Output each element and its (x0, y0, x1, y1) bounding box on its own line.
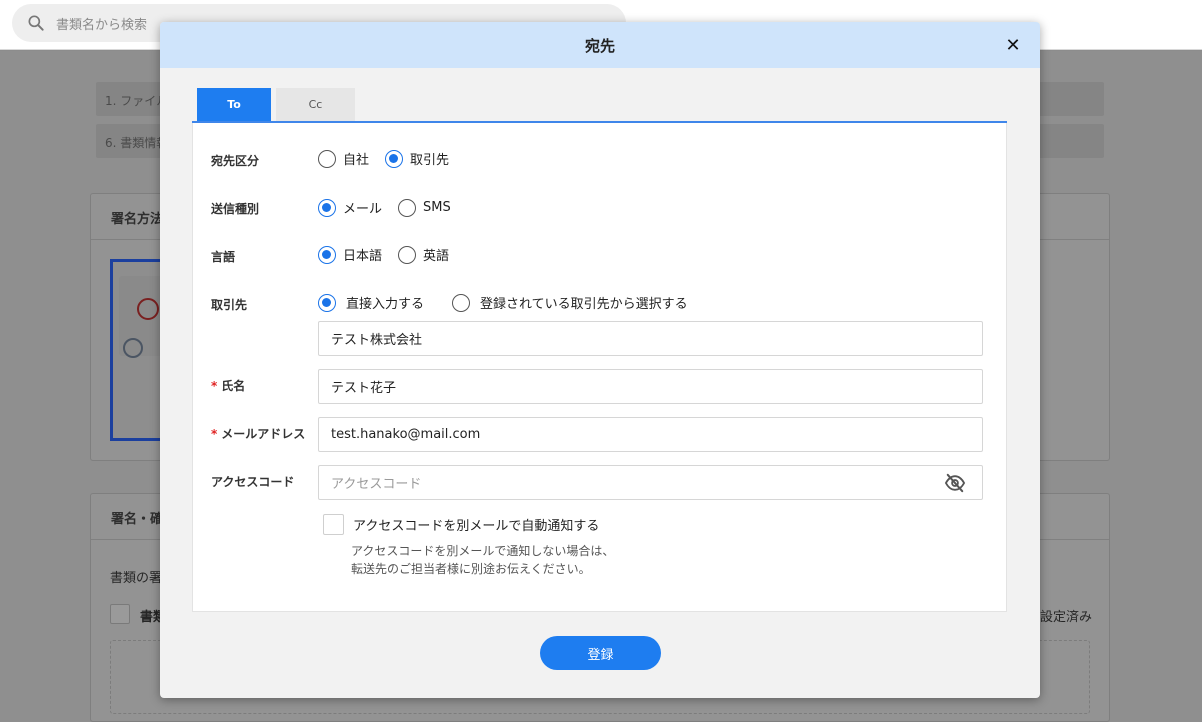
search-placeholder: 書類名から検索 (56, 17, 148, 33)
radio-label: SMS (423, 200, 451, 215)
access-code-label: アクセスコード (211, 475, 295, 489)
required-mark: * (211, 427, 218, 441)
step-6-label: 6. 書類情報 (105, 136, 169, 150)
close-icon[interactable]: ✕ (1002, 34, 1024, 56)
language-group: 日本語 英語 (318, 245, 465, 264)
email-label: * メールアドレス (211, 425, 305, 442)
partner-name-input[interactable]: テスト株式会社 (318, 321, 983, 356)
radio-direct-input[interactable]: 直接入力する (318, 293, 424, 312)
radio-circle (318, 149, 336, 168)
partner-input-mode-group: 直接入力する 登録されている取引先から選択する (318, 293, 704, 312)
recipient-modal: 宛先 ✕ To Cc 宛先区分 自社 取引先 送信種別 メール SMS 言語 日… (160, 22, 1040, 698)
radio-partner[interactable]: 取引先 (385, 149, 449, 168)
radio-circle-selected (318, 293, 336, 312)
register-button[interactable]: 登録 (540, 636, 661, 670)
destination-type-group: 自社 取引先 (318, 149, 465, 168)
access-code-placeholder: アクセスコード (331, 477, 422, 492)
send-type-group: メール SMS (318, 198, 467, 217)
document-checkbox[interactable] (110, 604, 130, 624)
radio-label: 日本語 (343, 249, 383, 264)
name-input[interactable]: テスト花子 (318, 369, 983, 404)
radio-label: 直接入力する (346, 297, 425, 312)
recipient-tabs: To Cc (197, 88, 355, 121)
radio-label: メール (343, 202, 383, 217)
clock-icon (123, 338, 143, 358)
signing-method-option[interactable] (110, 259, 167, 441)
language-label: 言語 (211, 250, 236, 264)
radio-label: 自社 (343, 153, 370, 168)
radio-sms[interactable]: SMS (398, 198, 451, 217)
auto-notify-note-line2: 転送先のご担当者様に別途お伝えください。 (351, 562, 591, 576)
tab-cc[interactable]: Cc (276, 88, 355, 121)
radio-circle-selected (318, 198, 336, 217)
search-icon (28, 15, 44, 31)
auto-notify-checkbox[interactable] (323, 514, 344, 535)
step-1-label: 1. ファイル (105, 94, 169, 108)
radio-japanese[interactable]: 日本語 (318, 245, 382, 264)
tab-to[interactable]: To (197, 88, 271, 121)
check-circle-icon (137, 298, 159, 320)
radio-select-registered[interactable]: 登録されている取引先から選択する (452, 293, 688, 312)
radio-own-company[interactable]: 自社 (318, 149, 369, 168)
email-input[interactable]: test.hanako@mail.com (318, 417, 983, 452)
auto-notify-row: アクセスコードを別メールで自動通知する (323, 514, 599, 535)
email-label-text: メールアドレス (221, 427, 306, 441)
partner-label: 取引先 (211, 298, 248, 312)
name-label-text: 氏名 (221, 379, 246, 393)
radio-circle-selected (318, 245, 336, 264)
status-configured: 設定済み (1040, 610, 1093, 625)
radio-label: 登録されている取引先から選択する (480, 297, 688, 312)
send-type-label: 送信種別 (211, 202, 260, 216)
radio-circle (398, 245, 417, 264)
required-mark: * (211, 379, 218, 393)
modal-title: 宛先 (584, 36, 615, 55)
eye-off-icon[interactable] (944, 473, 966, 493)
radio-email[interactable]: メール (318, 198, 382, 217)
radio-circle (452, 293, 471, 312)
recipient-form: 宛先区分 自社 取引先 送信種別 メール SMS 言語 日本語 英語 取引先 直… (192, 123, 1007, 612)
destination-type-label: 宛先区分 (211, 154, 260, 168)
radio-label: 英語 (423, 249, 450, 264)
name-label: * 氏名 (211, 377, 245, 394)
modal-header: 宛先 ✕ (160, 22, 1040, 68)
access-code-input[interactable]: アクセスコード (318, 465, 983, 500)
radio-label: 取引先 (410, 153, 450, 168)
auto-notify-label: アクセスコードを別メールで自動通知する (353, 519, 600, 534)
auto-notify-note-line1: アクセスコードを別メールで通知しない場合は、 (351, 544, 615, 558)
radio-english[interactable]: 英語 (398, 245, 449, 264)
radio-circle-selected (385, 149, 404, 168)
radio-circle (398, 198, 417, 217)
